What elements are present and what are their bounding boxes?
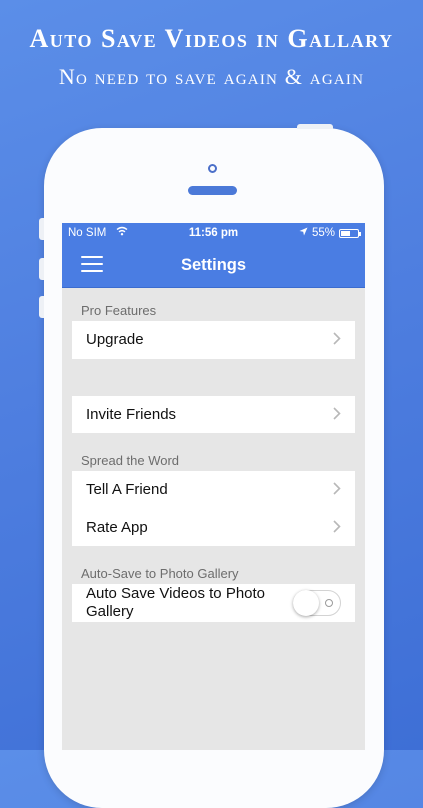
phone-mute-button [39, 218, 44, 240]
invite-friends-row[interactable]: Invite Friends [72, 396, 355, 434]
app-screen: No SIM 11:56 pm 55% Settings Pro Feature… [62, 223, 365, 750]
rate-app-label: Rate App [86, 518, 148, 536]
upgrade-label: Upgrade [86, 331, 144, 349]
invite-friends-label: Invite Friends [86, 405, 177, 423]
settings-list: Pro Features Upgrade Invite Friends Spre… [62, 288, 365, 622]
toggle-knob [293, 590, 319, 616]
chevron-right-icon [333, 406, 341, 424]
location-arrow-icon [299, 227, 308, 239]
section-header-auto-save: Auto-Save to Photo Gallery [81, 566, 239, 581]
promo-title: Auto Save Videos in Gallary [29, 24, 394, 53]
battery-icon [339, 228, 361, 238]
auto-save-toggle[interactable] [293, 590, 341, 616]
earpiece-speaker [188, 186, 237, 195]
tell-a-friend-row[interactable]: Tell A Friend [72, 471, 355, 509]
tell-a-friend-label: Tell A Friend [86, 481, 168, 499]
battery-percent: 55% [311, 227, 335, 239]
page-title: Settings [180, 256, 247, 274]
group-invite: Invite Friends [72, 395, 355, 434]
chevron-right-icon [333, 519, 341, 537]
promo-subtitle: No need to save again & again [58, 64, 365, 89]
group-auto-save: Auto Save Videos to Photo Gallery [72, 584, 355, 622]
section-header-pro-features: Pro Features [81, 303, 157, 318]
toggle-off-indicator [325, 599, 333, 607]
front-camera [208, 164, 217, 173]
upgrade-row[interactable]: Upgrade [72, 321, 355, 359]
navigation-bar: Settings [62, 243, 365, 288]
group-spread-the-word: Tell A Friend Rate App [72, 471, 355, 546]
chevron-right-icon [333, 482, 341, 499]
phone-volume-up-button [39, 258, 44, 280]
rate-app-row[interactable]: Rate App [72, 509, 355, 547]
phone-power-button [297, 124, 333, 129]
chevron-right-icon [333, 332, 341, 349]
phone-volume-down-button [39, 296, 44, 318]
section-header-spread-the-word: Spread the Word [81, 453, 180, 468]
status-right: 55% [299, 227, 361, 239]
status-bar: No SIM 11:56 pm 55% [62, 223, 365, 243]
auto-save-row: Auto Save Videos to Photo Gallery [72, 584, 355, 622]
auto-save-label: Auto Save Videos to Photo Gallery [86, 585, 266, 620]
group-pro-features: Upgrade [72, 321, 355, 359]
